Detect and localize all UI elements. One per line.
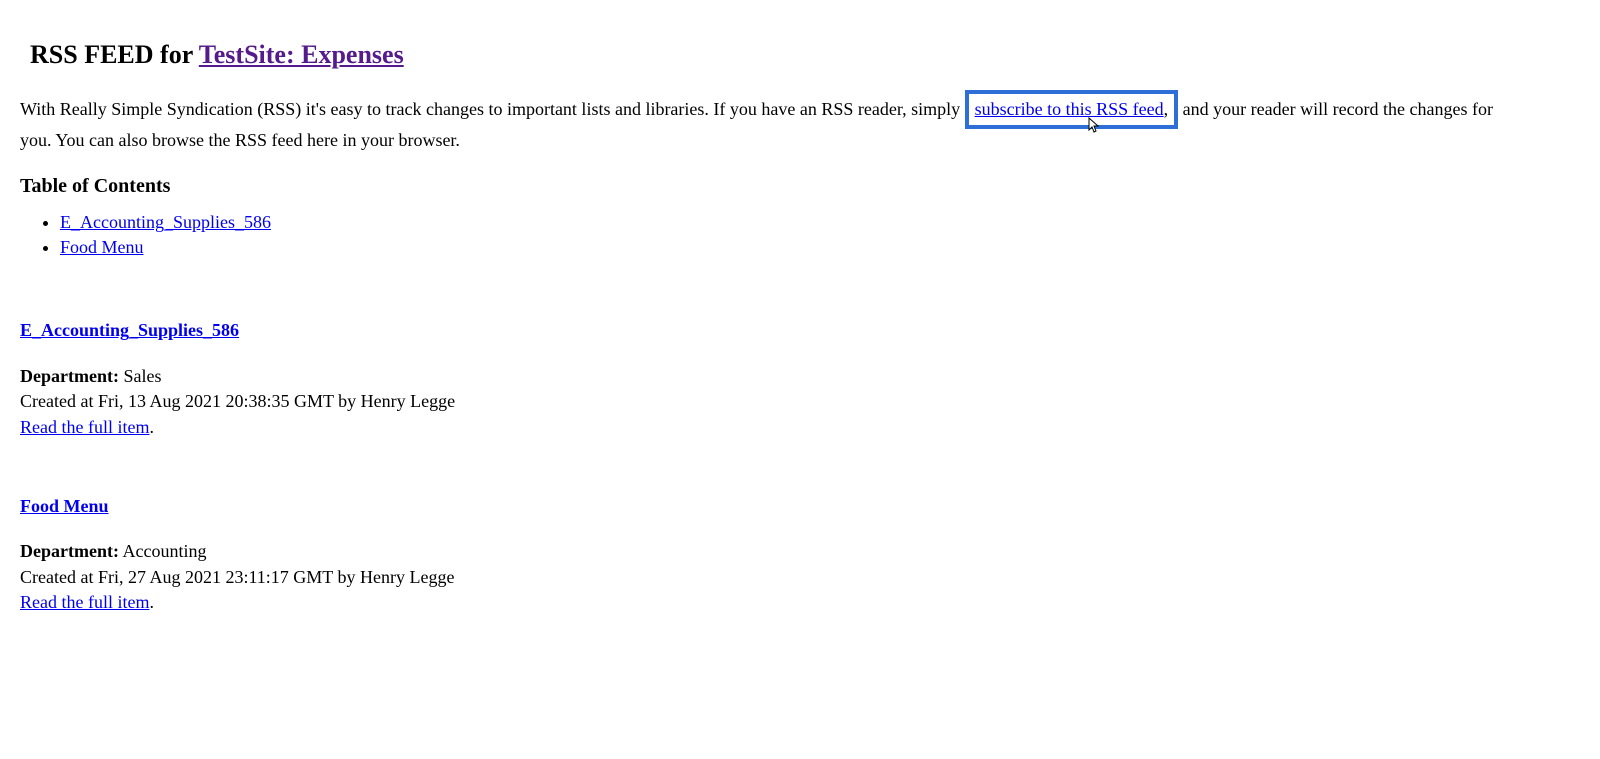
entry-title-link[interactable]: E_Accounting_Supplies_586 [20,320,239,340]
entry-title: E_Accounting_Supplies_586 [20,319,1580,342]
toc-item: Food Menu [60,236,1580,259]
toc-heading: Table of Contents [20,173,1580,199]
entry-title-link[interactable]: Food Menu [20,496,109,516]
subscribe-rss-link[interactable]: subscribe to this RSS feed [975,99,1164,119]
read-full-item-link[interactable]: Read the full item [20,592,149,612]
entry-created-line: Created at Fri, 27 Aug 2021 23:11:17 GMT… [20,566,1580,589]
toc-item: E_Accounting_Supplies_586 [60,211,1580,234]
toc-link-2[interactable]: Food Menu [60,237,144,257]
entry-read-line: Read the full item. [20,591,1580,614]
entry-created-line: Created at Fri, 13 Aug 2021 20:38:35 GMT… [20,390,1580,413]
page-title-prefix: RSS FEED for [30,40,199,69]
dot: . [149,592,154,612]
page-title: RSS FEED for TestSite: Expenses [30,38,1580,72]
read-full-item-link[interactable]: Read the full item [20,417,149,437]
department-label: Department: [20,541,119,561]
entry-read-line: Read the full item. [20,416,1580,439]
intro-paragraph: With Really Simple Syndication (RSS) it'… [20,90,1520,153]
site-title-link[interactable]: TestSite: Expenses [199,40,404,69]
entry-department-line: Department: Accounting [20,540,1580,563]
feed-entry: E_Accounting_Supplies_586 Department: Sa… [20,319,1580,439]
subscribe-highlight-box: subscribe to this RSS feed, [965,90,1179,129]
department-value: Sales [123,366,161,386]
toc-link-1[interactable]: E_Accounting_Supplies_586 [60,212,271,232]
feed-entry: Food Menu Department: Accounting Created… [20,495,1580,615]
entry-department-line: Department: Sales [20,365,1580,388]
toc-list: E_Accounting_Supplies_586 Food Menu [20,211,1580,260]
department-label: Department: [20,366,119,386]
intro-text-1: With Really Simple Syndication (RSS) it'… [20,99,965,119]
department-value: Accounting [122,541,206,561]
subscribe-comma: , [1164,99,1169,119]
entry-title: Food Menu [20,495,1580,518]
dot: . [149,417,154,437]
